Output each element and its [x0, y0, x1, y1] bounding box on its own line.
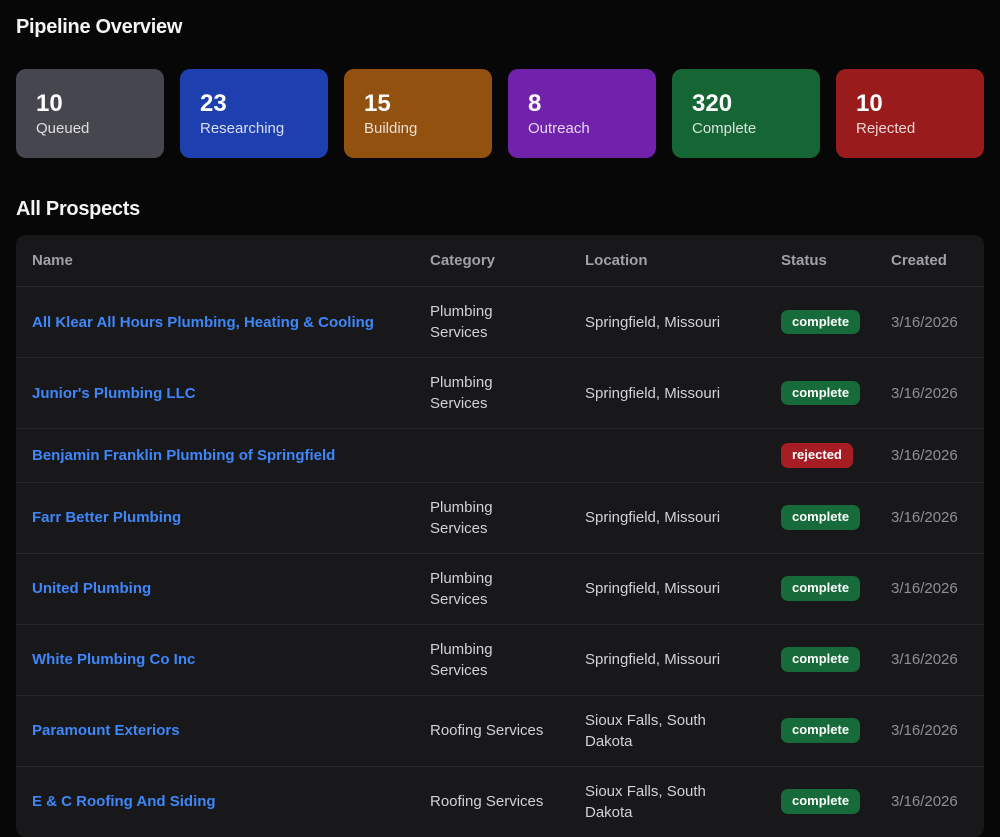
- location-cell: Sioux Falls, South Dakota: [569, 766, 765, 837]
- column-header-category: Category: [414, 235, 569, 287]
- name-cell: Farr Better Plumbing: [16, 482, 414, 553]
- stat-card-complete: 320Complete: [672, 69, 820, 158]
- prospects-title: All Prospects: [16, 198, 984, 221]
- table-row: Farr Better Plumbing Plumbing ServicesSpr…: [16, 482, 984, 553]
- column-header-location: Location: [569, 235, 765, 287]
- name-cell: E & C Roofing And Siding: [16, 766, 414, 837]
- name-cell: All Klear All Hours Plumbing, Heating & …: [16, 287, 414, 358]
- table-row: All Klear All Hours Plumbing, Heating & …: [16, 287, 984, 358]
- created-cell: 3/16/2026: [875, 553, 984, 624]
- location-cell: Sioux Falls, South Dakota: [569, 695, 765, 766]
- name-cell: Junior's Plumbing LLC: [16, 358, 414, 429]
- status-badge: complete: [781, 310, 860, 335]
- prospect-link[interactable]: E & C Roofing And Siding: [32, 793, 216, 810]
- stat-card-rejected: 10Rejected: [836, 69, 984, 158]
- prospect-link[interactable]: White Plumbing Co Inc: [32, 651, 195, 668]
- table-row: Benjamin Franklin Plumbing of Springfiel…: [16, 429, 984, 483]
- location-cell: Springfield, Missouri: [569, 358, 765, 429]
- prospects-table: Name Category Location Status Created Al…: [16, 235, 984, 837]
- created-cell: 3/16/2026: [875, 624, 984, 695]
- created-cell: 3/16/2026: [875, 695, 984, 766]
- prospect-link[interactable]: Farr Better Plumbing: [32, 509, 181, 526]
- status-cell: complete: [765, 358, 875, 429]
- stat-card-researching: 23Researching: [180, 69, 328, 158]
- category-cell: Plumbing Services: [414, 482, 569, 553]
- column-header-created: Created: [875, 235, 984, 287]
- stat-card-building: 15Building: [344, 69, 492, 158]
- prospects-tbody: All Klear All Hours Plumbing, Heating & …: [16, 287, 984, 837]
- stats-row: 10Queued23Researching15Building8Outreach…: [16, 69, 984, 158]
- status-cell: complete: [765, 695, 875, 766]
- stat-value: 23: [200, 90, 308, 119]
- table-row: United Plumbing Plumbing ServicesSpringfi…: [16, 553, 984, 624]
- status-badge: rejected: [781, 443, 853, 468]
- stat-label: Outreach: [528, 120, 636, 137]
- name-cell: White Plumbing Co Inc: [16, 624, 414, 695]
- category-cell: Roofing Services: [414, 695, 569, 766]
- name-cell: Paramount Exteriors: [16, 695, 414, 766]
- created-cell: 3/16/2026: [875, 287, 984, 358]
- location-cell: Springfield, Missouri: [569, 624, 765, 695]
- category-cell: [414, 429, 569, 483]
- location-cell: [569, 429, 765, 483]
- status-cell: complete: [765, 766, 875, 837]
- table-row: Paramount Exteriors Roofing ServicesSioux…: [16, 695, 984, 766]
- status-badge: complete: [781, 576, 860, 601]
- column-header-name: Name: [16, 235, 414, 287]
- prospect-link[interactable]: United Plumbing: [32, 580, 151, 597]
- table-row: White Plumbing Co Inc Plumbing ServicesSp…: [16, 624, 984, 695]
- category-cell: Plumbing Services: [414, 358, 569, 429]
- page-title: Pipeline Overview: [16, 16, 984, 39]
- status-badge: complete: [781, 505, 860, 530]
- pipeline-dashboard: Pipeline Overview 10Queued23Researching1…: [16, 16, 984, 837]
- stat-label: Complete: [692, 120, 800, 137]
- location-cell: Springfield, Missouri: [569, 482, 765, 553]
- category-cell: Roofing Services: [414, 766, 569, 837]
- table-row: E & C Roofing And Siding Roofing Services…: [16, 766, 984, 837]
- prospect-link[interactable]: All Klear All Hours Plumbing, Heating & …: [32, 314, 374, 331]
- status-badge: complete: [781, 718, 860, 743]
- category-cell: Plumbing Services: [414, 624, 569, 695]
- prospect-link[interactable]: Benjamin Franklin Plumbing of Springfiel…: [32, 447, 335, 464]
- stat-card-outreach: 8Outreach: [508, 69, 656, 158]
- created-cell: 3/16/2026: [875, 358, 984, 429]
- stat-value: 320: [692, 90, 800, 119]
- stat-label: Researching: [200, 120, 308, 137]
- stat-value: 15: [364, 90, 472, 119]
- status-cell: complete: [765, 624, 875, 695]
- stat-label: Queued: [36, 120, 144, 137]
- stat-label: Rejected: [856, 120, 964, 137]
- location-cell: Springfield, Missouri: [569, 287, 765, 358]
- status-badge: complete: [781, 381, 860, 406]
- prospect-link[interactable]: Junior's Plumbing LLC: [32, 385, 196, 402]
- stat-label: Building: [364, 120, 472, 137]
- status-cell: complete: [765, 482, 875, 553]
- prospect-link[interactable]: Paramount Exteriors: [32, 722, 180, 739]
- status-cell: complete: [765, 553, 875, 624]
- status-badge: complete: [781, 789, 860, 814]
- stat-card-queued: 10Queued: [16, 69, 164, 158]
- column-header-status: Status: [765, 235, 875, 287]
- table-row: Junior's Plumbing LLC Plumbing ServicesSp…: [16, 358, 984, 429]
- category-cell: Plumbing Services: [414, 553, 569, 624]
- category-cell: Plumbing Services: [414, 287, 569, 358]
- stat-value: 8: [528, 90, 636, 119]
- status-badge: complete: [781, 647, 860, 672]
- name-cell: United Plumbing: [16, 553, 414, 624]
- created-cell: 3/16/2026: [875, 482, 984, 553]
- table-header-row: Name Category Location Status Created: [16, 235, 984, 287]
- created-cell: 3/16/2026: [875, 429, 984, 483]
- created-cell: 3/16/2026: [875, 766, 984, 837]
- status-cell: rejected: [765, 429, 875, 483]
- stat-value: 10: [856, 90, 964, 119]
- stat-value: 10: [36, 90, 144, 119]
- name-cell: Benjamin Franklin Plumbing of Springfiel…: [16, 429, 414, 483]
- location-cell: Springfield, Missouri: [569, 553, 765, 624]
- status-cell: complete: [765, 287, 875, 358]
